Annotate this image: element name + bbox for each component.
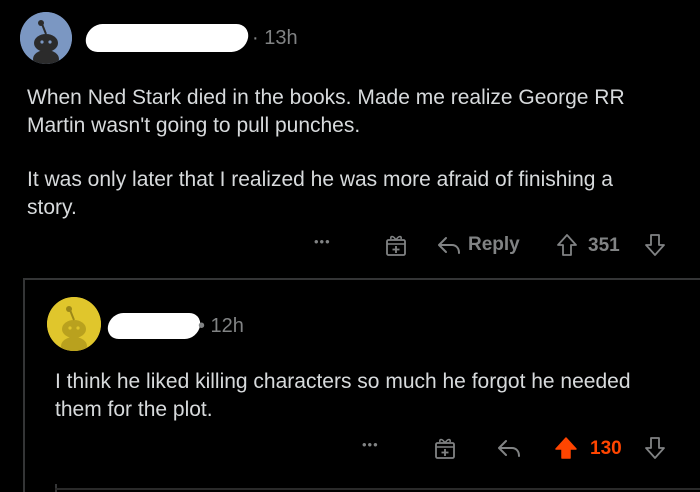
avatar[interactable] (20, 12, 72, 64)
comment-text-paragraph: It was only later that I realized he was… (27, 168, 613, 219)
snoo-avatar-icon (47, 297, 101, 351)
comment-actions: ••• Reply 351 (300, 232, 680, 262)
award-icon[interactable] (385, 233, 407, 257)
comment-text: I think he liked killing characters so m… (55, 370, 631, 421)
reply-icon (438, 237, 460, 254)
snoo-avatar-icon (20, 12, 72, 64)
thread-line[interactable] (23, 278, 700, 280)
downvote-button[interactable] (644, 233, 666, 257)
thread-line[interactable] (23, 278, 25, 492)
more-options-icon[interactable]: ••• (362, 437, 379, 452)
award-icon[interactable] (434, 436, 456, 460)
thread-line[interactable] (55, 488, 700, 490)
vote-score: 130 (590, 438, 622, 459)
comment-timestamp: · 13h (252, 27, 298, 49)
reply-button[interactable] (496, 437, 522, 459)
comment-timestamp: • 12h (198, 315, 244, 337)
downvote-icon (645, 234, 665, 256)
reply-button[interactable]: Reply (436, 234, 520, 256)
vote-score: 351 (588, 235, 620, 256)
reply-label: Reply (468, 234, 520, 255)
upvote-button[interactable] (556, 233, 578, 257)
redacted-username (83, 24, 251, 52)
comment-actions: ••• 130 (300, 435, 680, 465)
reply-icon (498, 440, 520, 457)
comment-text-paragraph: When Ned Stark died in the books. Made m… (27, 86, 625, 137)
more-options-icon[interactable]: ••• (314, 234, 331, 249)
upvote-button[interactable] (554, 436, 578, 460)
downvote-button[interactable] (644, 436, 666, 460)
downvote-icon (645, 437, 665, 459)
redacted-username (105, 313, 203, 339)
upvote-icon (557, 234, 577, 256)
avatar[interactable] (47, 297, 101, 351)
upvote-icon (555, 437, 577, 459)
